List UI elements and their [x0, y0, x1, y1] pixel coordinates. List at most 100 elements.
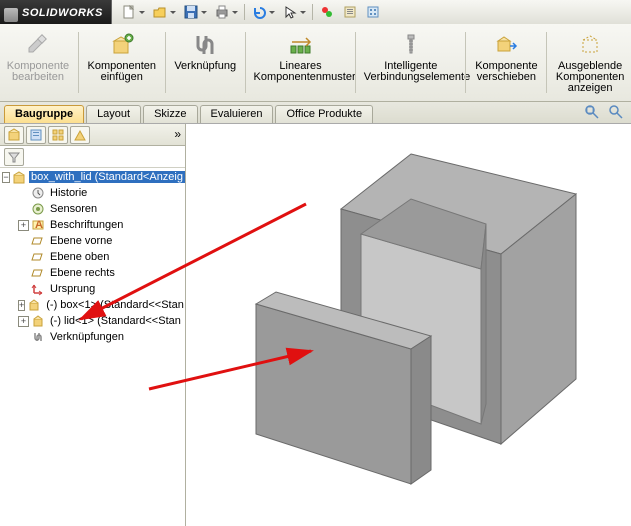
- smart-fasteners-label: Intelligente Verbindungselemente: [364, 61, 458, 83]
- filter-button[interactable]: [4, 148, 24, 166]
- tree-annotations[interactable]: + A Beschriftungen: [0, 217, 185, 233]
- tab-office[interactable]: Office Produkte: [275, 105, 373, 123]
- tab-sketch[interactable]: Skizze: [143, 105, 197, 123]
- show-hidden-icon: [576, 31, 604, 59]
- tree-top-plane-label: Ebene oben: [48, 251, 111, 263]
- zoom-fit-button[interactable]: [583, 103, 601, 121]
- expand-toggle[interactable]: +: [18, 316, 29, 327]
- show-hidden-button[interactable]: Ausgeblende Komponenten anzeigen: [549, 28, 631, 101]
- new-button[interactable]: [118, 2, 140, 22]
- tree-part-lid[interactable]: + (-) lid<1> (Standard<<Stan: [0, 313, 185, 329]
- svg-text:A: A: [35, 219, 43, 231]
- config-manager-tab[interactable]: [48, 126, 68, 144]
- command-manager-tabs: Baugruppe Layout Skizze Evaluieren Offic…: [0, 102, 631, 124]
- mate-button[interactable]: Verknüpfung: [167, 28, 242, 101]
- tree-origin[interactable]: Ursprung: [0, 281, 185, 297]
- expand-spacer: [18, 332, 29, 343]
- graphics-viewport[interactable]: [186, 124, 631, 526]
- feature-manager-tab[interactable]: [4, 126, 24, 144]
- options-button[interactable]: [362, 2, 384, 22]
- dimxpert-manager-tab[interactable]: [70, 126, 90, 144]
- tree-mates-label: Verknüpfungen: [48, 331, 126, 343]
- smart-fasteners-icon: [397, 31, 425, 59]
- ribbon-sep-4: [355, 32, 356, 93]
- quick-access-toolbar: [111, 0, 631, 24]
- feature-tree: − box_with_lid (Standard<Anzeig Historie…: [0, 168, 185, 526]
- feature-manager-pane: » − box_with_lid (Standard<Anzeig Histor…: [0, 124, 186, 526]
- tree-part-box-label: (-) box<1> (Standard<<Stan: [44, 299, 185, 311]
- tree-right-plane[interactable]: Ebene rechts: [0, 265, 185, 281]
- tree-right-plane-label: Ebene rechts: [48, 267, 117, 279]
- edit-component-label: Komponente bearbeiten: [7, 61, 69, 83]
- tree-origin-label: Ursprung: [48, 283, 97, 295]
- expand-spacer: [18, 188, 29, 199]
- doc-options-button[interactable]: [339, 2, 361, 22]
- part-icon: [31, 314, 45, 328]
- expand-toggle[interactable]: −: [2, 172, 10, 183]
- tree-front-plane[interactable]: Ebene vorne: [0, 233, 185, 249]
- smart-fasteners-button[interactable]: Intelligente Verbindungselemente: [358, 28, 463, 101]
- tree-root-label: box_with_lid (Standard<Anzeig: [29, 171, 185, 183]
- tree-sensors-label: Sensoren: [48, 203, 99, 215]
- tree-sensors[interactable]: Sensoren: [0, 201, 185, 217]
- insert-component-label: Komponenten einfügen: [87, 61, 156, 83]
- linear-pattern-label: Lineares Komponentenmuster: [254, 61, 348, 83]
- select-button[interactable]: [279, 2, 301, 22]
- show-hidden-label: Ausgeblende Komponenten anzeigen: [556, 61, 625, 94]
- move-component-button[interactable]: Komponente verschieben: [468, 28, 544, 101]
- save-button[interactable]: [180, 2, 202, 22]
- ribbon-sep-5: [465, 32, 466, 93]
- tree-root[interactable]: − box_with_lid (Standard<Anzeig: [0, 169, 185, 185]
- linear-pattern-button[interactable]: Lineares Komponentenmuster: [248, 28, 353, 101]
- undo-button[interactable]: [248, 2, 270, 22]
- ribbon-sep-1: [78, 32, 79, 93]
- move-component-label: Komponente verschieben: [475, 61, 537, 83]
- ribbon-sep-3: [245, 32, 246, 93]
- expand-spacer: [18, 236, 29, 247]
- plane-icon: [31, 266, 45, 280]
- tree-top-plane[interactable]: Ebene oben: [0, 249, 185, 265]
- mate-icon: [191, 31, 219, 59]
- tree-mates[interactable]: Verknüpfungen: [0, 329, 185, 345]
- print-button[interactable]: [211, 2, 233, 22]
- edit-component-button[interactable]: Komponente bearbeiten: [0, 28, 76, 101]
- plane-icon: [31, 250, 45, 264]
- tree-front-plane-label: Ebene vorne: [48, 235, 114, 247]
- tree-annotations-label: Beschriftungen: [48, 219, 125, 231]
- assembly-icon: [12, 170, 26, 184]
- move-component-icon: [492, 31, 520, 59]
- tab-layout[interactable]: Layout: [86, 105, 141, 123]
- insert-component-icon: [108, 31, 136, 59]
- ribbon-sep-6: [546, 32, 547, 93]
- expand-toggle[interactable]: +: [18, 220, 29, 231]
- edit-component-icon: [24, 31, 52, 59]
- sensors-icon: [31, 202, 45, 216]
- tab-evaluate[interactable]: Evaluieren: [200, 105, 274, 123]
- model-render: [186, 124, 631, 526]
- qat-separator-1: [244, 4, 245, 20]
- mates-folder-icon: [31, 330, 45, 344]
- zoom-area-button[interactable]: [607, 103, 625, 121]
- tree-part-lid-label: (-) lid<1> (Standard<<Stan: [48, 315, 183, 327]
- app-logo: SOLIDWORKS: [0, 5, 111, 19]
- insert-component-button[interactable]: Komponenten einfügen: [81, 28, 163, 101]
- rebuild-button[interactable]: [316, 2, 338, 22]
- pane-expand-button[interactable]: »: [174, 127, 181, 141]
- expand-spacer: [18, 204, 29, 215]
- linear-pattern-icon: [287, 31, 315, 59]
- qat-separator-2: [312, 4, 313, 20]
- property-manager-tab[interactable]: [26, 126, 46, 144]
- expand-spacer: [18, 284, 29, 295]
- open-button[interactable]: [149, 2, 171, 22]
- tree-part-box[interactable]: + (-) box<1> (Standard<<Stan: [0, 297, 185, 313]
- tree-history[interactable]: Historie: [0, 185, 185, 201]
- ribbon: Komponente bearbeiten Komponenten einfüg…: [0, 24, 631, 102]
- plane-icon: [31, 234, 45, 248]
- tab-assembly[interactable]: Baugruppe: [4, 105, 84, 123]
- manager-tabs: »: [0, 124, 185, 146]
- annotations-icon: A: [31, 218, 45, 232]
- part-icon: [27, 298, 41, 312]
- expand-spacer: [18, 268, 29, 279]
- expand-toggle[interactable]: +: [18, 300, 25, 311]
- expand-spacer: [18, 252, 29, 263]
